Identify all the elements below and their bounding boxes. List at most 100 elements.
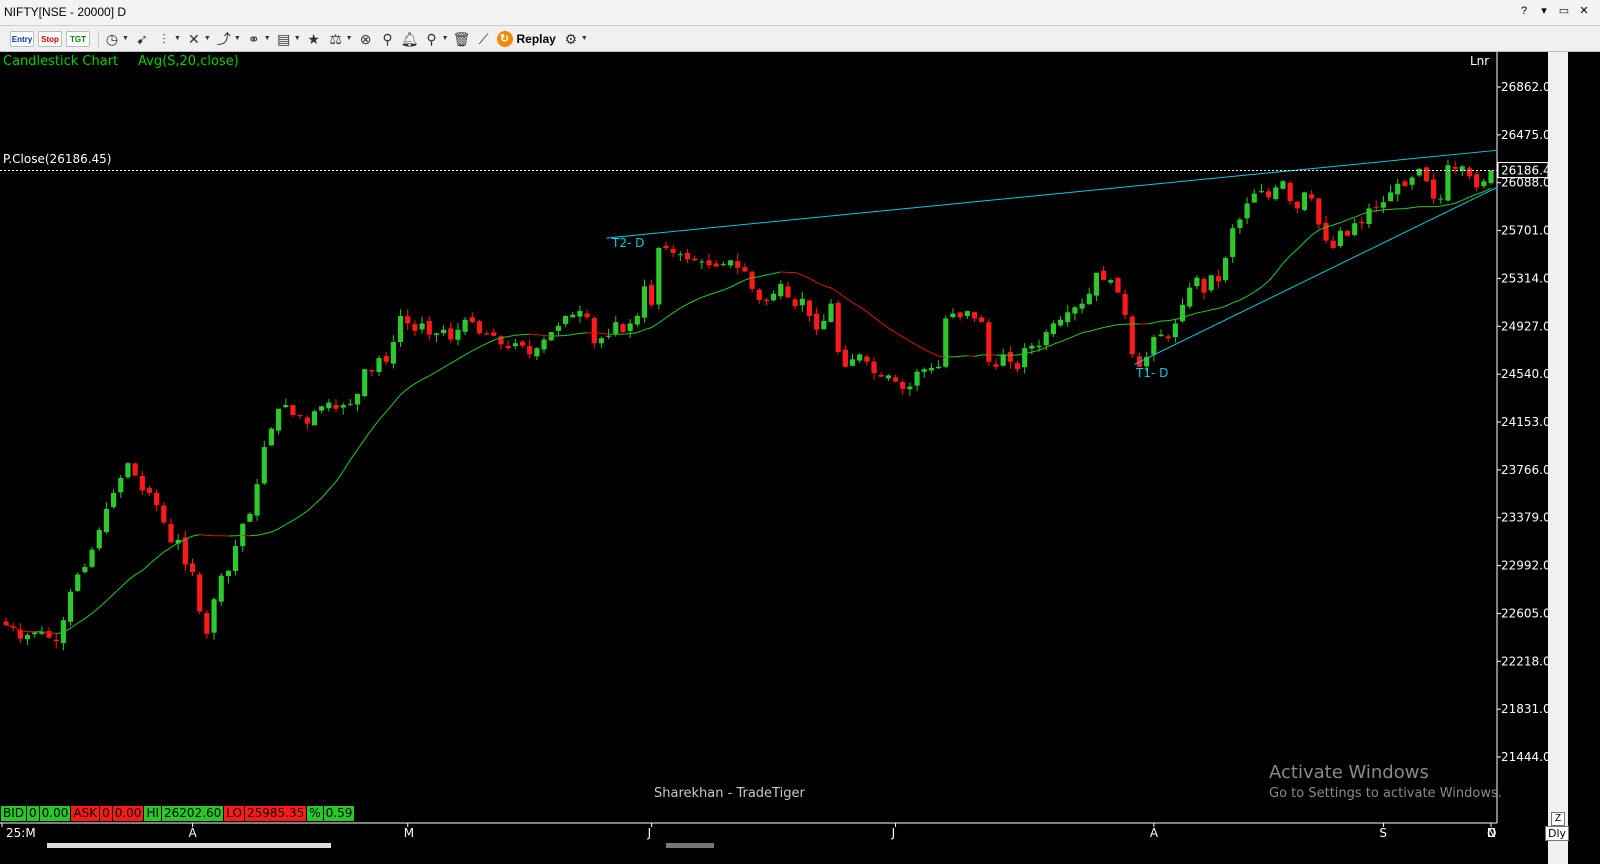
candle-body (1258, 191, 1265, 193)
pin-button[interactable]: ⚲ (379, 29, 397, 49)
template-button[interactable]: ▤ ▼ (275, 29, 301, 49)
indicator-button[interactable]: ⚖ ▼ (327, 29, 352, 49)
close-button[interactable]: ✕ (1576, 4, 1592, 20)
candle-body (240, 523, 246, 547)
moving-average-label[interactable]: Avg(S,20,close) (138, 54, 239, 69)
candle-body (3, 621, 9, 626)
cursor-button[interactable]: ➹ (133, 29, 151, 49)
candle-body (505, 345, 511, 349)
candle-body (763, 299, 770, 302)
candle-body (1187, 287, 1193, 307)
candle-body (1050, 323, 1056, 335)
clock-button[interactable]: ◷ ▼ (103, 29, 129, 49)
scale-mode-label[interactable]: Lnr (1470, 54, 1489, 68)
replay-button[interactable]: ↻ Replay (496, 30, 556, 47)
favorite-button[interactable]: ★ (305, 29, 323, 49)
crosshair-button[interactable]: ✕ ▼ (185, 29, 211, 49)
candle-body (1194, 277, 1200, 287)
alert-bell-icon: 🔔︎ (400, 30, 419, 47)
window-title: NIFTY[NSE - 20000] D (4, 5, 127, 19)
candle-body (311, 411, 318, 426)
candle-body (397, 316, 404, 342)
candle-body (634, 316, 640, 325)
candle-body (742, 267, 748, 272)
candle-body (979, 317, 985, 323)
tgt-button[interactable]: TGT (66, 29, 90, 49)
scrollbar-thumb[interactable] (666, 843, 714, 848)
delete-button[interactable]: 🗑︎ (453, 29, 471, 49)
candle-body (197, 574, 203, 612)
candle-body (254, 484, 260, 516)
candle-body (347, 403, 353, 405)
candle-body (232, 546, 239, 571)
candle-body (154, 492, 160, 506)
price-chart[interactable]: 26862.0026475.0026088.0025701.0025314.00… (0, 52, 1548, 841)
candle-body (1122, 293, 1128, 315)
candle-body (1201, 278, 1207, 293)
prev-close-label: P.Close(26186.45) (3, 152, 112, 166)
trendline-t2-label: T2- D (612, 236, 645, 250)
indicator-icon: ⚖ (329, 30, 342, 47)
candle-body (1014, 363, 1021, 370)
y-tick-label: 24540.00 (1501, 367, 1548, 381)
candle-body (1222, 257, 1229, 281)
candle-body (677, 254, 683, 256)
candle-body (878, 374, 884, 377)
moving-average-segment (579, 332, 588, 334)
y-tick-label: 21831.00 (1501, 702, 1548, 716)
candle-body (433, 333, 440, 335)
line-chart-button[interactable]: ⟋ (475, 29, 493, 49)
candle-body (247, 513, 253, 522)
settings-button[interactable]: ⚙ ▼ (562, 29, 588, 49)
candle-body (376, 358, 382, 372)
candle-body (1280, 181, 1286, 189)
scanner-icon: ⊗ (359, 30, 372, 47)
period-button[interactable]: Dly (1545, 826, 1570, 841)
replay-icon: ↻ (496, 30, 513, 47)
chevron-down-icon: ▼ (233, 35, 241, 42)
candle-body (1316, 198, 1322, 225)
candle-body (1488, 170, 1494, 184)
candle-body (749, 271, 755, 289)
chevron-down-icon: ▼ (580, 35, 588, 42)
zoom-icon: ⚲ (426, 30, 437, 47)
entry-button[interactable]: Entry (10, 29, 34, 49)
alert-button[interactable]: 🔔︎ (401, 29, 419, 49)
candle-body (218, 575, 224, 602)
stat-field: 0.00 (39, 806, 71, 821)
restore-button[interactable]: ▭ (1556, 4, 1572, 20)
trendline-t1-label: T1- D (1136, 366, 1169, 380)
candle-body (1072, 307, 1078, 314)
candle-body (89, 549, 95, 567)
candle-body (1395, 183, 1401, 195)
activate-windows-subtitle: Go to Settings to activate Windows. (1269, 786, 1502, 801)
candle-body (297, 415, 303, 417)
candle-body (32, 632, 38, 635)
stop-button[interactable]: Stop (38, 29, 62, 49)
candle-body (139, 475, 145, 491)
horizontal-scrollbar[interactable] (47, 843, 331, 848)
candle-body (900, 381, 906, 389)
help-button[interactable]: ? (1516, 4, 1532, 20)
candle-body (103, 508, 110, 533)
zoom-button[interactable]: ⚲ ▼ (423, 29, 448, 49)
candle-body (1309, 194, 1315, 199)
candle-body (1352, 223, 1358, 235)
dropdown-button[interactable]: ▾ (1536, 4, 1552, 20)
scanner-button[interactable]: ⊗ (357, 29, 375, 49)
candle-body (390, 341, 396, 364)
y-tick-label: 24927.00 (1501, 319, 1548, 333)
quote-stats-bar: BID 0 0.00 ASK 0 0.00 HI 26202.60 LO 25985.35% 0.5… (1, 806, 355, 821)
candle-body (964, 311, 970, 316)
candle-body (1093, 272, 1100, 296)
candle-body (1086, 293, 1092, 305)
chart-type-button[interactable]: ⫶ ▼ (155, 29, 181, 49)
x-tick-label: M (404, 826, 414, 840)
candle-body (885, 375, 891, 379)
candle-body (1481, 181, 1487, 187)
link-button[interactable]: ⚭ ▼ (245, 29, 271, 49)
candle-body (53, 639, 59, 642)
x-tick-label: J (647, 826, 652, 840)
draw-tools-button[interactable]: ⤴ ▼ (215, 29, 241, 49)
zoom-reset-button[interactable]: Z (1551, 812, 1565, 826)
